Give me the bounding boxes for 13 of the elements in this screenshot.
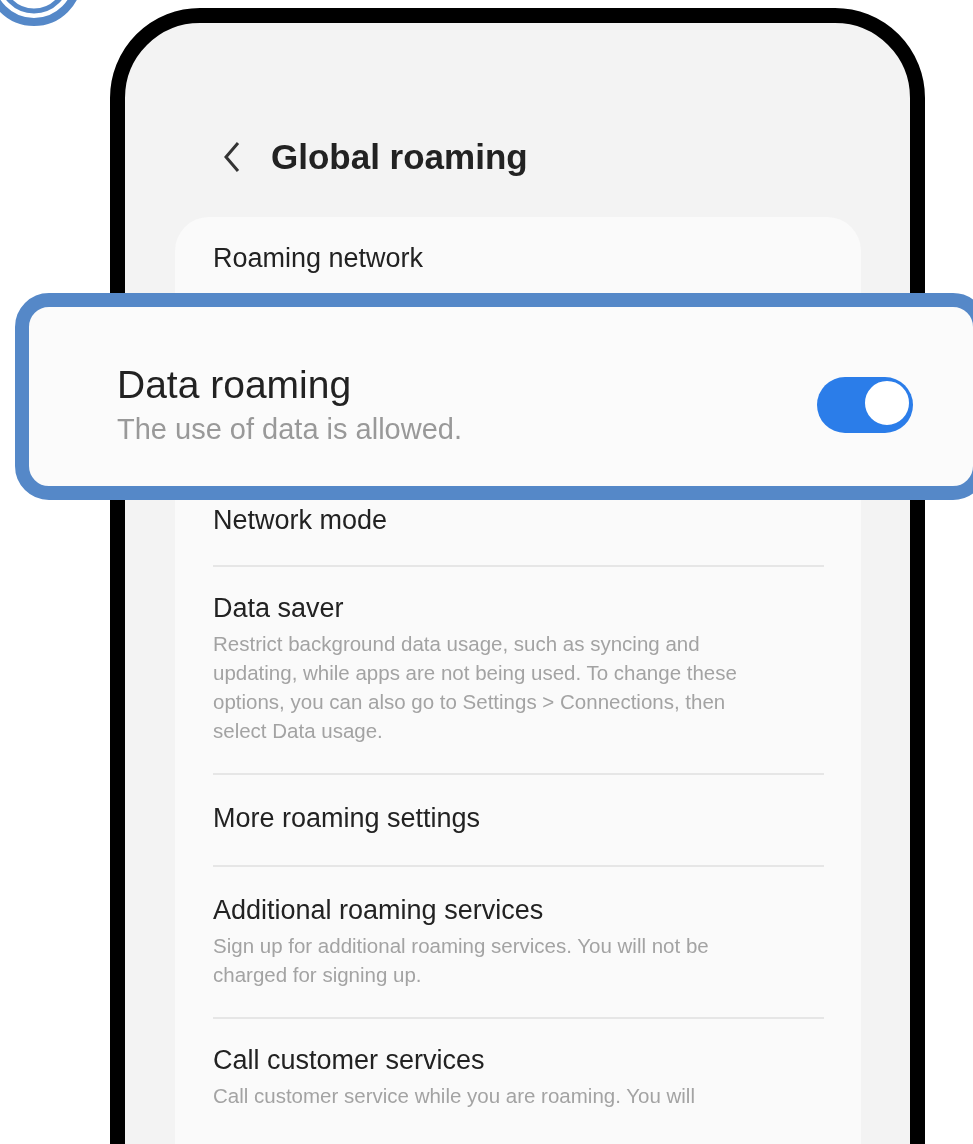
setting-description: Call customer service while you are roaming. You will	[213, 1083, 696, 1109]
page-title: Global roaming	[271, 137, 528, 177]
setting-description: Restrict background data usage, such as syncing and updating, while apps are not being used. To change these options, you can also go to Settings > Connections, then select Data usage.	[213, 631, 738, 744]
setting-title[interactable]: Additional roaming services	[213, 893, 544, 927]
setting-description: The use of data is allowed.	[117, 413, 462, 446]
setting-title: Data roaming	[117, 363, 353, 407]
setting-description: Sign up for additional roaming services. You will not be charged for signing up.	[213, 933, 710, 988]
back-icon[interactable]	[223, 141, 241, 173]
setting-title[interactable]: More roaming settings	[213, 801, 481, 835]
setting-title[interactable]: Data saver	[213, 591, 344, 625]
setting-title[interactable]: Roaming network	[213, 241, 424, 275]
setting-title[interactable]: Call customer services	[213, 1043, 485, 1077]
setting-title[interactable]: Network mode	[213, 503, 388, 537]
